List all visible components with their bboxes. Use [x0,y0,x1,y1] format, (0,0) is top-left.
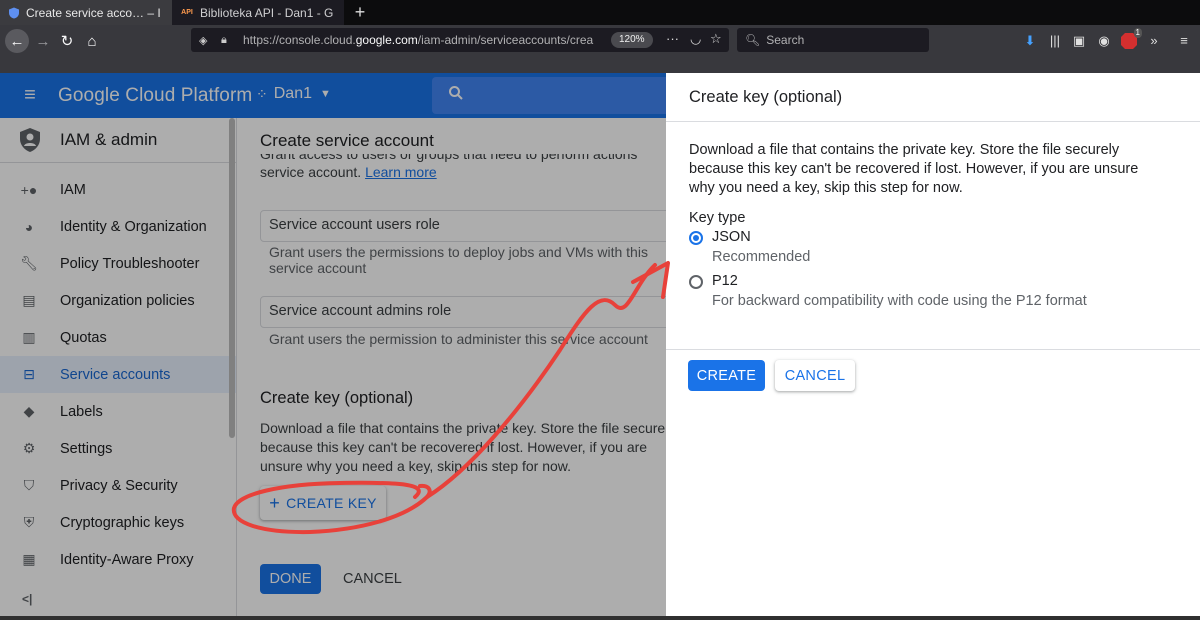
p12-sublabel: For backward compatibility with code usi… [712,293,1087,309]
home-button[interactable]: ⌂ [80,29,104,53]
browser-tab-bar: Create service acco… – I API Biblioteka … [0,0,1200,25]
pocket-icon[interactable]: ◡ [690,31,701,47]
forward-button[interactable]: → [31,29,55,53]
panel-title: Create key (optional) [666,73,1200,122]
adblock-icon[interactable]: 1 [1120,28,1142,50]
json-option[interactable]: JSON Recommended [689,229,810,265]
back-button[interactable]: ← [5,29,29,53]
tab-title: Create service acco… – I [26,5,161,20]
p12-radio[interactable] [689,275,703,289]
json-radio[interactable] [689,231,703,245]
reload-button[interactable]: ↻ [55,29,79,53]
search-icon: 🔍︎ [745,33,761,47]
url-bar[interactable]: ◈ 🔒︎ https://console.cloud.google.com/ia… [191,28,729,52]
sidebar-icon[interactable]: ▣ [1070,32,1088,50]
bottom-edge [0,616,1200,620]
panel-description: Download a file that contains the privat… [689,142,1139,196]
search-bar[interactable]: 🔍︎ Search [737,28,929,52]
json-label: JSON [712,229,751,245]
browser-tab-active[interactable]: Create service acco… – I [0,0,172,25]
account-icon[interactable]: ◉ [1095,32,1113,50]
lock-icon: 🔒︎ [221,33,227,46]
overflow-chevrons-icon[interactable]: » [1145,32,1163,50]
p12-option[interactable]: P12 For backward compatibility with code… [689,273,1087,309]
api-favicon-icon: API [181,9,193,16]
shield-favicon-icon [8,7,20,19]
create-button[interactable]: CREATE [688,360,765,391]
bookmark-star-icon[interactable]: ☆ [710,31,722,47]
new-tab-button[interactable]: + [350,2,370,22]
tracking-shield-icon: ◈ [199,34,208,47]
modal-scrim[interactable] [0,73,666,620]
p12-label: P12 [712,273,738,289]
panel-divider [666,349,1200,350]
page: ≡ Google Cloud Platform ⁘ Dan1 ▼ IAM & a… [0,73,1200,620]
library-icon[interactable]: ||| [1046,32,1064,50]
hamburger-menu-icon[interactable]: ≡ [1175,32,1193,50]
browser-toolbar: ← → ↻ ⌂ ◈ 🔒︎ https://console.cloud.googl… [0,25,1200,73]
download-icon[interactable]: ⬇ [1021,32,1039,50]
zoom-level-badge[interactable]: 120% [611,32,653,48]
search-placeholder: Search [766,33,805,47]
notification-badge: 1 [1133,28,1142,38]
ellipsis-icon[interactable]: ··· [666,31,679,46]
key-type-label: Key type [689,210,746,226]
json-sublabel: Recommended [712,249,811,265]
browser-tab[interactable]: API Biblioteka API - Dan1 - G [172,0,344,25]
create-key-panel: Create key (optional) Download a file th… [666,73,1200,616]
tab-title: Biblioteka API - Dan1 - G [200,5,334,20]
url-text: https://console.cloud.google.com/iam-adm… [243,33,594,47]
panel-cancel-button[interactable]: CANCEL [775,360,855,391]
